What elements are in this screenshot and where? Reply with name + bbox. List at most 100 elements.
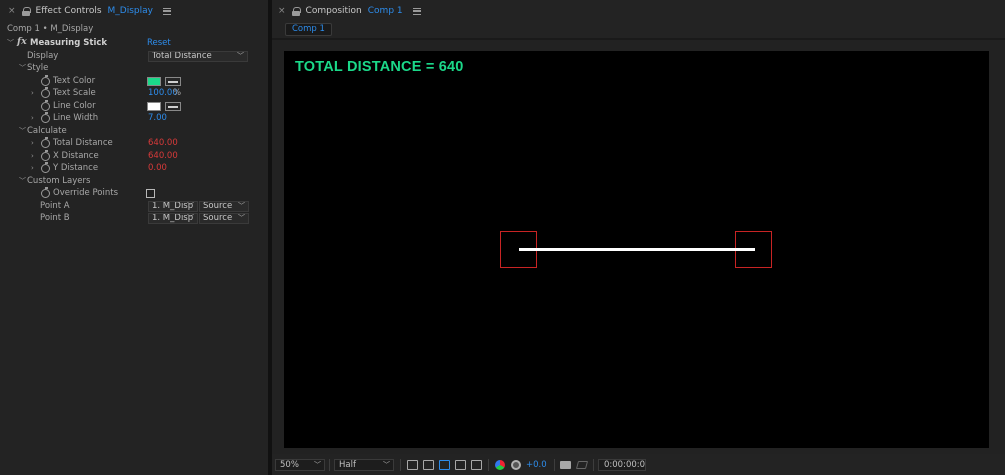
composition-panel: × Composition Comp 1 Comp 1 TOTAL DISTAN… — [272, 0, 1005, 475]
fx-icon[interactable]: fx — [17, 36, 27, 47]
calculate-group-row[interactable]: ﹀ Calculate — [0, 125, 258, 138]
override-points-checkbox[interactable] — [146, 189, 155, 198]
panel-menu-icon[interactable] — [412, 7, 421, 15]
close-icon[interactable]: × — [8, 6, 16, 16]
display-value: Total Distance — [152, 51, 212, 61]
zoom-dropdown[interactable]: 50% ﹀ — [275, 459, 325, 471]
view-options-icon[interactable] — [471, 460, 482, 470]
eyedropper-icon[interactable] — [165, 77, 181, 86]
resolution-dropdown[interactable]: Half ﹀ — [334, 459, 394, 471]
chevron-down-icon: ﹀ — [314, 461, 321, 469]
lock-icon[interactable] — [291, 6, 301, 16]
chevron-right-icon[interactable]: › — [31, 164, 34, 172]
composition-tab[interactable]: × Composition Comp 1 — [272, 0, 421, 22]
stopwatch-icon[interactable] — [41, 112, 50, 123]
show-snapshot-icon[interactable] — [575, 461, 589, 469]
chevron-right-icon[interactable]: › — [31, 152, 34, 160]
effect-controls-panel: × Effect Controls M_Display Comp 1 • M_D… — [0, 0, 268, 475]
stopwatch-icon[interactable] — [41, 137, 50, 148]
x-distance-row: › X Distance 640.00 — [0, 150, 258, 163]
total-distance-value[interactable]: 640.00 — [148, 138, 178, 148]
stopwatch-icon[interactable] — [41, 75, 50, 86]
close-icon[interactable]: × — [278, 6, 286, 16]
zoom-value: 50% — [280, 460, 299, 470]
y-distance-value[interactable]: 0.00 — [148, 163, 167, 173]
distance-readout-text: TOTAL DISTANCE = 640 — [295, 59, 464, 75]
guides-icon[interactable] — [455, 460, 466, 470]
tab-layer-name: M_Display — [107, 6, 153, 16]
custom-layers-group-label: Custom Layers — [27, 176, 91, 187]
composition-canvas[interactable]: TOTAL DISTANCE = 640 — [284, 51, 989, 448]
line-width-label: Line Width — [53, 113, 99, 124]
toolbar-separator — [488, 459, 489, 471]
line-width-row: › Line Width 7.00 — [0, 112, 258, 125]
effect-controls-tab[interactable]: × Effect Controls M_Display — [0, 0, 171, 22]
toolbar-separator — [400, 459, 401, 471]
point-b-label: Point B — [40, 213, 70, 224]
calculate-group-label: Calculate — [27, 126, 67, 137]
x-distance-value[interactable]: 640.00 — [148, 151, 178, 161]
display-row: Display Total Distance ﹀ — [0, 50, 258, 63]
total-distance-label: Total Distance — [53, 138, 113, 149]
custom-layers-group-row[interactable]: ﹀ Custom Layers — [0, 175, 258, 188]
tab-comp-name: Comp 1 — [367, 6, 403, 16]
override-points-label: Override Points — [53, 188, 119, 199]
camera-icon[interactable] — [560, 461, 571, 469]
chevron-down-icon: ﹀ — [383, 461, 390, 469]
chevron-down-icon: ﹀ — [238, 214, 245, 222]
reset-link[interactable]: Reset — [147, 38, 171, 48]
stopwatch-icon[interactable] — [41, 187, 50, 198]
chevron-down-icon[interactable]: ﹀ — [19, 63, 26, 73]
eyedropper-icon[interactable] — [165, 102, 181, 111]
line-color-label: Line Color — [53, 101, 96, 112]
y-distance-row: › Y Distance 0.00 — [0, 162, 258, 175]
x-distance-label: X Distance — [53, 151, 99, 162]
text-color-row: Text Color — [0, 75, 258, 88]
transparency-grid-icon[interactable] — [423, 460, 434, 470]
stopwatch-icon[interactable] — [41, 100, 50, 111]
total-distance-row: › Total Distance 640.00 — [0, 137, 258, 150]
text-scale-row: › Text Scale 100.00 % — [0, 87, 258, 100]
panel-menu-icon[interactable] — [162, 7, 171, 15]
breadcrumb: Comp 1 • M_Display — [7, 24, 94, 34]
effect-header-row[interactable]: ﹀ fx Measuring Stick Reset — [0, 36, 258, 50]
point-a-row: Point A 1. M_Disp ﹀ Source ﹀ — [0, 200, 258, 213]
stopwatch-icon[interactable] — [41, 150, 50, 161]
chevron-right-icon[interactable]: › — [31, 114, 34, 122]
chevron-right-icon[interactable]: › — [31, 139, 34, 147]
line-width-value[interactable]: 7.00 — [148, 113, 167, 123]
effect-name: Measuring Stick — [30, 38, 108, 49]
style-group-row[interactable]: ﹀ Style — [0, 62, 258, 75]
text-color-swatch[interactable] — [147, 77, 161, 86]
mask-visibility-icon[interactable] — [439, 460, 450, 470]
display-dropdown[interactable]: Total Distance ﹀ — [148, 51, 248, 62]
chevron-down-icon[interactable]: ﹀ — [7, 38, 14, 48]
resolution-value: Half — [339, 460, 356, 470]
point-a-layer-dropdown[interactable]: 1. M_Disp ﹀ — [148, 201, 198, 212]
stopwatch-icon[interactable] — [41, 162, 50, 173]
color-channels-icon[interactable] — [495, 460, 505, 470]
chevron-right-icon[interactable]: › — [31, 89, 34, 97]
exposure-reset-icon[interactable] — [511, 460, 521, 470]
timecode-field[interactable]: 0:00:00:00 — [598, 459, 646, 471]
region-of-interest-icon[interactable] — [407, 460, 418, 470]
exposure-value[interactable]: +0.0 — [526, 459, 547, 471]
chevron-down-icon: ﹀ — [187, 214, 194, 222]
composition-viewer[interactable]: TOTAL DISTANCE = 640 — [272, 40, 1005, 454]
measure-line — [519, 248, 755, 251]
comp-viewer-tab[interactable]: Comp 1 — [285, 23, 332, 36]
point-b-layer-dropdown[interactable]: 1. M_Disp ﹀ — [148, 213, 198, 224]
chevron-down-icon: ﹀ — [238, 202, 245, 210]
tab-title: Composition — [305, 6, 362, 16]
point-b-source-dropdown[interactable]: Source ﹀ — [199, 213, 249, 224]
display-label: Display — [27, 51, 59, 62]
point-a-source-dropdown[interactable]: Source ﹀ — [199, 201, 249, 212]
stopwatch-icon[interactable] — [41, 87, 50, 98]
effect-controls-content: Comp 1 • M_Display ﹀ fx Measuring Stick … — [0, 22, 268, 475]
chevron-down-icon[interactable]: ﹀ — [19, 126, 26, 136]
style-group-label: Style — [27, 63, 49, 74]
tab-title: Effect Controls — [35, 6, 102, 16]
line-color-swatch[interactable] — [147, 102, 161, 111]
lock-icon[interactable] — [21, 6, 31, 16]
chevron-down-icon[interactable]: ﹀ — [19, 176, 26, 186]
